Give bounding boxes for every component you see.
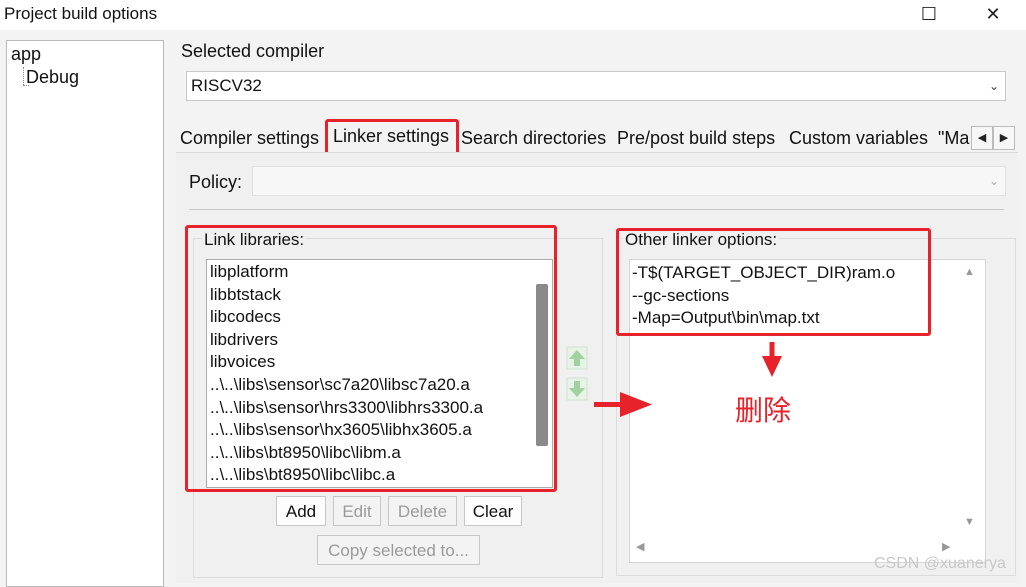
add-button[interactable]: Add [276, 496, 326, 526]
tab-compiler-settings[interactable]: Compiler settings [180, 124, 319, 152]
clear-button[interactable]: Clear [464, 496, 522, 526]
compiler-value: RISCV32 [191, 76, 262, 95]
tab-search-directories[interactable]: Search directories [461, 124, 606, 152]
scroll-down-icon[interactable]: ▼ [964, 516, 975, 528]
arrow-up-icon[interactable] [566, 346, 588, 370]
chevron-down-icon: ⌄ [988, 174, 999, 188]
policy-select[interactable]: ⌄ [252, 166, 1006, 196]
scroll-right-icon[interactable]: ▶ [942, 540, 950, 553]
tree-item-debug[interactable]: Debug [26, 67, 79, 88]
chevron-down-icon: ⌄ [988, 79, 999, 93]
tab-make-commands[interactable]: "Ma [938, 124, 971, 152]
scroll-up-icon[interactable]: ▲ [964, 266, 975, 278]
tree-item-app[interactable]: app [11, 44, 41, 65]
tree-connector [23, 67, 24, 85]
tab-scroll-left-icon[interactable]: ◀ [971, 126, 993, 150]
delete-button[interactable]: Delete [388, 496, 457, 526]
highlight-other-linker-options [616, 228, 931, 336]
highlight-linker-tab [325, 119, 459, 155]
scroll-left-icon[interactable]: ◀ [636, 540, 644, 553]
selected-compiler-label: Selected compiler [181, 41, 325, 61]
move-buttons [566, 346, 588, 401]
copy-selected-button[interactable]: Copy selected to... [317, 535, 480, 565]
divider [189, 209, 1004, 210]
compiler-select[interactable]: RISCV32 ⌄ [186, 71, 1006, 101]
title-bar: Project build options ☐ ✕ [0, 0, 1026, 30]
build-target-tree[interactable]: app Debug [6, 40, 164, 587]
close-icon[interactable]: ✕ [970, 0, 1016, 30]
window-title: Project build options [4, 4, 158, 23]
edit-button[interactable]: Edit [333, 496, 381, 526]
arrow-down-icon[interactable] [566, 377, 588, 401]
annotation-arrows [594, 392, 652, 417]
highlight-link-libraries [185, 225, 557, 492]
tab-scroll-right-icon[interactable]: ▶ [993, 126, 1015, 150]
watermark: CSDN @xuanerya [874, 555, 1006, 572]
maximize-icon[interactable]: ☐ [906, 0, 952, 30]
annotation-arrow-down-icon [762, 342, 782, 377]
annotation-delete-text: 删除 [735, 394, 792, 427]
policy-label: Policy: [189, 172, 243, 192]
annotation-arrow-right-icon [594, 392, 652, 417]
tab-pre-post-build-steps[interactable]: Pre/post build steps [617, 124, 775, 152]
tab-custom-variables[interactable]: Custom variables [789, 124, 928, 152]
